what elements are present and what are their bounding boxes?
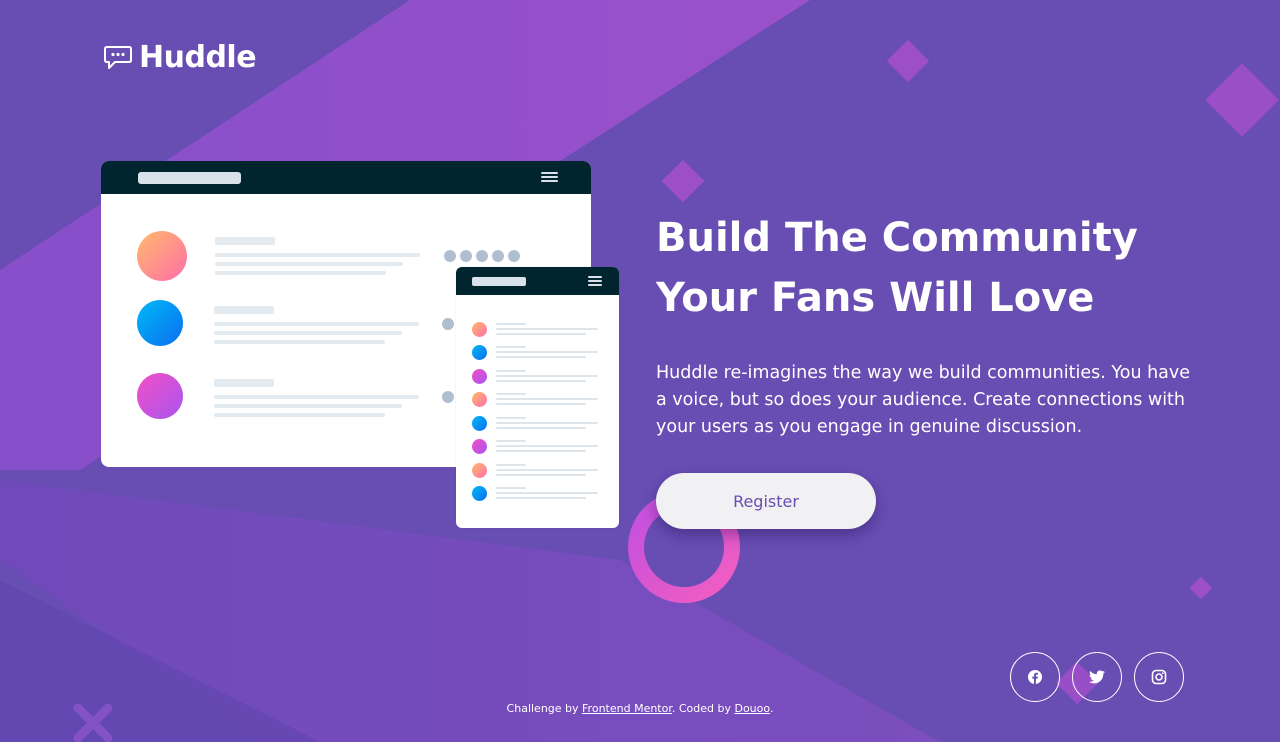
twitter-link[interactable]: [1072, 652, 1122, 702]
avatar: [472, 392, 487, 407]
mockup-title-placeholder: [138, 172, 241, 184]
instagram-icon: [1151, 669, 1167, 685]
chat-bubble-icon: [104, 45, 132, 69]
footer-prefix: Challenge by: [506, 702, 583, 715]
brand-logo[interactable]: Huddle: [103, 40, 257, 75]
text-placeholder: [215, 237, 420, 280]
mockup-topbar: [456, 267, 619, 295]
instagram-link[interactable]: [1134, 652, 1184, 702]
reaction-dots: [444, 250, 520, 262]
frontend-mentor-link[interactable]: Frontend Mentor: [582, 702, 672, 715]
hero-description: Huddle re-imagines the way we build comm…: [656, 363, 1191, 437]
avatar: [472, 369, 487, 384]
text-placeholder: [496, 346, 598, 361]
hero-title: Build The Community Your Fans Will Love: [656, 208, 1216, 328]
author-link[interactable]: Douoo: [734, 702, 769, 715]
avatar: [472, 486, 487, 501]
text-placeholder: [496, 417, 598, 432]
hero-title-line: Build The Community: [656, 215, 1138, 261]
landing-page: Huddle Build The Community Your Fans Wil…: [0, 0, 1280, 742]
footer-middle: . Coded by: [671, 702, 735, 715]
footer-suffix: .: [769, 702, 774, 715]
mobile-mockup-illustration: [456, 267, 619, 528]
avatar: [472, 345, 487, 360]
mockup-topbar: [101, 161, 591, 194]
avatar: [137, 300, 183, 346]
avatar: [137, 231, 187, 281]
facebook-link[interactable]: [1010, 652, 1060, 702]
hamburger-icon: [541, 172, 558, 182]
text-placeholder: [496, 323, 598, 338]
text-placeholder: [214, 306, 419, 349]
brand-name: Huddle: [139, 40, 257, 75]
footer-attribution: Challenge by Frontend Mentor. Coded by D…: [0, 702, 1280, 715]
text-placeholder: [496, 487, 598, 502]
avatar: [137, 373, 183, 419]
reaction-dots: [442, 391, 454, 403]
twitter-icon: [1089, 670, 1105, 684]
avatar: [472, 439, 487, 454]
text-placeholder: [496, 440, 598, 455]
avatar: [472, 322, 487, 337]
mockup-title-placeholder: [472, 277, 526, 286]
text-placeholder: [496, 393, 598, 408]
hero-title-line: Your Fans Will Love: [656, 275, 1095, 321]
text-placeholder: [496, 464, 598, 479]
reaction-dots: [442, 318, 454, 330]
text-placeholder: [214, 379, 419, 422]
avatar: [472, 416, 487, 431]
register-button[interactable]: Register: [656, 473, 876, 529]
text-placeholder: [496, 370, 598, 385]
avatar: [472, 463, 487, 478]
facebook-icon: [1028, 670, 1042, 684]
hamburger-icon: [588, 276, 602, 286]
